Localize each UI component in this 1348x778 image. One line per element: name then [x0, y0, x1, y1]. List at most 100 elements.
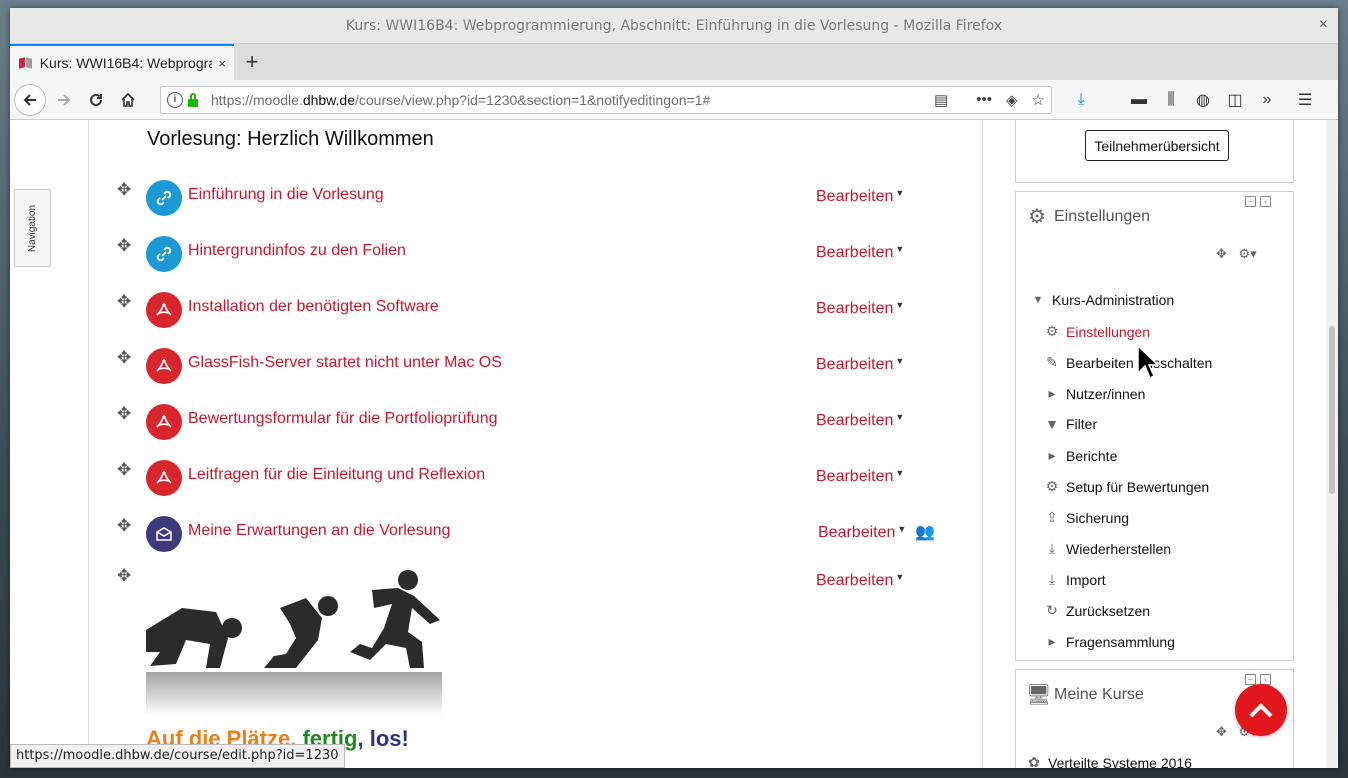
- expand-arrow-icon: ▸: [1048, 385, 1056, 401]
- pencil-icon: ✎: [1046, 354, 1058, 370]
- pdf-icon: [146, 460, 182, 496]
- runners-image: [146, 570, 442, 716]
- my-courses-title: Meine Kurse: [1054, 685, 1144, 703]
- activity-link[interactable]: GlassFish-Server startet nicht unter Mac…: [188, 354, 502, 372]
- navigation-drawer-tab[interactable]: Navigation: [14, 189, 51, 267]
- window-close-icon[interactable]: ×: [1319, 16, 1328, 34]
- bookmark-star-icon[interactable]: ☆: [1032, 91, 1045, 109]
- tree-root-course-admin[interactable]: ▼ Kurs-Administration: [1030, 292, 1175, 308]
- download-icon: ⤓: [1048, 571, 1056, 587]
- forward-button[interactable]: [48, 84, 80, 116]
- course-item[interactable]: ✿ Verteilte Systeme 2016: [1026, 754, 1192, 768]
- gear-icon: ⚙: [1045, 478, 1059, 494]
- edit-label: Bearbeiten: [816, 468, 894, 485]
- move-icon[interactable]: ✥: [117, 566, 131, 586]
- hat-icon[interactable]: ▬: [1130, 91, 1148, 109]
- tree-item-import[interactable]: ⤓ Import: [1044, 571, 1106, 588]
- pdf-icon: [146, 292, 182, 328]
- activity-link[interactable]: Einführung in die Vorlesung: [188, 186, 384, 204]
- window-title: Kurs: WWI16B4: Webprogrammierung, Abschn…: [345, 17, 1003, 34]
- gear-icon: ⚙: [1045, 323, 1059, 339]
- tab-bar: Kurs: WWI16B4: Webprogrammierung, Abschn…: [10, 44, 1338, 80]
- tab-course[interactable]: Kurs: WWI16B4: Webprogrammierung, Abschn…: [10, 44, 234, 80]
- activity-link[interactable]: Hintergrundinfos zu den Folien: [188, 242, 406, 260]
- my-courses-header: 🖥 Meine Kurse: [1026, 682, 1144, 707]
- downloads-icon[interactable]: ⤓: [1072, 91, 1090, 109]
- activity-row: ✥ Einführung in die Vorlesung Bearbeiten…: [89, 180, 984, 220]
- block-collapse-icon[interactable]: –: [1245, 674, 1256, 685]
- sidebar-toggle-icon[interactable]: ◫: [1226, 90, 1244, 110]
- expand-arrow-icon: ▸: [1048, 633, 1056, 649]
- participants-button[interactable]: Teilnehmerübersicht: [1085, 130, 1229, 161]
- move-icon[interactable]: ✥: [117, 516, 131, 536]
- tree-item-question-bank[interactable]: ▸ Fragensammlung: [1044, 633, 1174, 650]
- download-icon: ⤓: [1048, 540, 1056, 556]
- tree-item-backup[interactable]: ⇪ Sicherung: [1044, 509, 1129, 526]
- page-scrollbar[interactable]: [1326, 120, 1338, 768]
- site-info-icon[interactable]: i: [167, 91, 183, 108]
- home-button[interactable]: [112, 84, 144, 116]
- page-actions-icon[interactable]: •••: [976, 91, 992, 108]
- move-icon[interactable]: ✥: [117, 348, 131, 368]
- tree-item-restore[interactable]: ⤓ Wiederherstellen: [1044, 540, 1171, 557]
- tree-item-reports[interactable]: ▸ Berichte: [1044, 447, 1117, 464]
- move-icon[interactable]: ✥: [117, 180, 131, 200]
- edit-menu[interactable]: Bearbeiten ▼: [816, 300, 904, 318]
- move-icon[interactable]: ✥: [117, 236, 131, 256]
- pdf-icon: [146, 404, 182, 440]
- url-path: /course/view.php?id=1230&section=1&notif…: [355, 91, 711, 108]
- move-icon[interactable]: ✥: [117, 460, 131, 480]
- hamburger-menu-icon[interactable]: ☰: [1296, 90, 1314, 110]
- edit-label: Bearbeiten: [816, 244, 894, 261]
- reload-button[interactable]: [80, 84, 112, 116]
- navigation-drawer-label: Navigation: [27, 204, 39, 252]
- block-gear-icon[interactable]: ⚙▾: [1239, 246, 1257, 261]
- edit-menu[interactable]: Bearbeiten ▼: [816, 188, 904, 206]
- scroll-to-top-button[interactable]: [1235, 684, 1287, 736]
- address-bar[interactable]: i https://moodle. dhbw.de/course/view.php…: [160, 85, 1052, 114]
- block-collapse-icon[interactable]: –: [1245, 196, 1256, 207]
- edit-label: Bearbeiten: [818, 524, 896, 541]
- url-domain: dhbw.de: [302, 91, 355, 108]
- activity-link[interactable]: Bewertungsformular für die Portfolioprüf…: [188, 410, 498, 428]
- block-dock-icon[interactable]: ‹: [1260, 196, 1271, 207]
- block-controls: – ‹: [1245, 196, 1271, 207]
- edit-menu[interactable]: Bearbeiten ▼: [816, 412, 904, 430]
- tree-item-reset[interactable]: ↻ Zurücksetzen: [1044, 602, 1150, 619]
- tree-item-users[interactable]: ▸ Nutzer/innen: [1044, 385, 1145, 402]
- scrollbar-thumb[interactable]: [1329, 326, 1335, 494]
- overflow-chevron-icon[interactable]: »: [1258, 91, 1276, 109]
- activity-link[interactable]: Meine Erwartungen an die Vorlesung: [188, 522, 450, 540]
- edit-menu[interactable]: Bearbeiten ▼: [816, 468, 904, 486]
- edit-label: Bearbeiten: [816, 356, 894, 373]
- pocket-icon[interactable]: ◈: [1006, 91, 1018, 109]
- move-block-icon[interactable]: ✥: [1216, 246, 1227, 261]
- pdf-icon: [146, 348, 182, 384]
- edit-menu[interactable]: Bearbeiten ▼: [816, 356, 904, 374]
- link-status-bar: https://moodle.dhbw.de/course/edit.php?i…: [10, 744, 345, 768]
- url-link-icon: [146, 180, 182, 216]
- move-icon[interactable]: ✥: [117, 404, 131, 424]
- activity-link[interactable]: Leitfragen für die Einleitung und Reflex…: [188, 466, 485, 484]
- library-icon[interactable]: ⫼: [1162, 91, 1180, 109]
- group-mode-icon[interactable]: 👥: [915, 522, 935, 542]
- tree-item-filter[interactable]: ▼ Filter: [1044, 416, 1097, 432]
- tree-item-editing-off[interactable]: ✎ Bearbeiten ausschalten: [1044, 354, 1212, 371]
- tree-item-grade-setup[interactable]: ⚙ Setup für Bewertungen: [1044, 478, 1210, 495]
- back-button[interactable]: [14, 83, 46, 116]
- activity-link[interactable]: Installation der benötigten Software: [188, 298, 439, 316]
- extension-globe-icon[interactable]: ◍: [1194, 90, 1212, 110]
- edit-menu[interactable]: Bearbeiten ▼: [816, 244, 904, 262]
- navigation-toolbar: i https://moodle. dhbw.de/course/view.php…: [10, 80, 1338, 120]
- course-icon: ✿: [1028, 754, 1040, 768]
- reader-view-icon[interactable]: ▤: [934, 91, 948, 109]
- tree-item-settings[interactable]: ⚙ Einstellungen: [1044, 323, 1150, 340]
- edit-menu[interactable]: Bearbeiten ▼: [816, 572, 904, 590]
- edit-menu[interactable]: Bearbeiten ▼: [818, 524, 906, 542]
- move-icon[interactable]: ✥: [117, 292, 131, 312]
- new-tab-button[interactable]: +: [234, 44, 270, 80]
- edit-label: Bearbeiten: [816, 188, 894, 205]
- move-block-icon[interactable]: ✥: [1216, 724, 1227, 739]
- tab-close-icon[interactable]: ×: [218, 56, 226, 71]
- activity-row: ✥ GlassFish-Server startet nicht unter M…: [89, 348, 984, 388]
